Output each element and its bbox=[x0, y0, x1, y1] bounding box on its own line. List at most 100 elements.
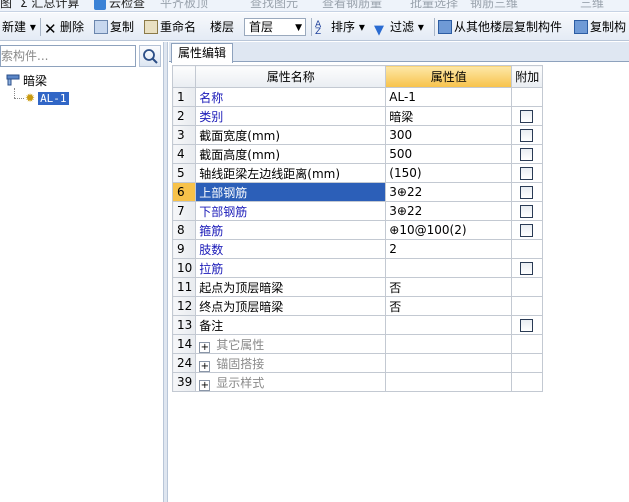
property-value-cell[interactable]: 2 bbox=[385, 239, 513, 259]
beam-folder-icon bbox=[6, 74, 20, 86]
find-element-button[interactable]: 查找图元 bbox=[250, 0, 298, 11]
new-button[interactable]: 新建 ▾ bbox=[2, 18, 36, 36]
property-name-cell[interactable]: 名称 bbox=[195, 87, 387, 107]
batch-select-button[interactable]: 批量选择 bbox=[410, 0, 458, 11]
extra-checkbox[interactable] bbox=[520, 186, 534, 199]
extra-checkbox[interactable] bbox=[520, 262, 534, 275]
grid-row[interactable]: 7 下部钢筋 3⊕22 bbox=[171, 201, 544, 221]
expand-plus-icon[interactable]: + bbox=[199, 379, 211, 391]
property-value-cell[interactable] bbox=[385, 315, 513, 335]
property-value-cell[interactable]: AL-1 bbox=[385, 87, 513, 107]
property-name-cell[interactable]: 箍筋 bbox=[195, 220, 387, 240]
copy-button[interactable]: 复制 bbox=[94, 18, 134, 36]
grid-row[interactable]: 10 拉筋 bbox=[171, 258, 544, 278]
extra-cell bbox=[511, 182, 544, 202]
extra-checkbox[interactable] bbox=[520, 129, 534, 142]
grid-row[interactable]: 9 肢数 2 bbox=[171, 239, 544, 259]
tree-node-al-1[interactable]: ✹ AL-1 bbox=[25, 90, 69, 106]
grid-row[interactable]: 13 备注 bbox=[171, 315, 544, 335]
property-value-header[interactable]: 属性值 bbox=[385, 65, 513, 88]
grid-row[interactable]: 6 上部钢筋 3⊕22 bbox=[171, 182, 544, 202]
extra-cell bbox=[511, 277, 544, 297]
grid-row[interactable]: 4 截面高度(mm) 500 bbox=[171, 144, 544, 164]
top-item-0[interactable]: 图 bbox=[0, 0, 12, 11]
property-name-cell[interactable]: + 显示样式 bbox=[195, 372, 387, 392]
grid-row[interactable]: 2 类别 暗梁 bbox=[171, 106, 544, 126]
property-name-cell[interactable]: + 锚固搭接 bbox=[195, 353, 387, 373]
extra-checkbox[interactable] bbox=[520, 167, 534, 180]
search-input[interactable]: 索构件... bbox=[0, 45, 136, 67]
rebar-3d-button[interactable]: 钢筋三维 bbox=[470, 0, 518, 11]
grid-row[interactable]: 5 轴线距梁左边线距离(mm) (150) bbox=[171, 163, 544, 183]
property-name-cell[interactable]: + 其它属性 bbox=[195, 334, 387, 354]
cloud-check-button[interactable]: 云检查 bbox=[94, 0, 145, 11]
view-rebar-qty-button[interactable]: 查看钢筋量 bbox=[322, 0, 382, 11]
sort-az-icon: AZ bbox=[315, 20, 322, 37]
extra-checkbox[interactable] bbox=[520, 205, 534, 218]
extra-checkbox[interactable] bbox=[520, 319, 534, 332]
row-number: 1 bbox=[171, 87, 197, 107]
grid-row[interactable]: 11 起点为顶层暗梁否 bbox=[171, 277, 544, 297]
property-value-cell[interactable] bbox=[385, 258, 513, 278]
copy-from-other-floor-button[interactable]: 从其他楼层复制构件 bbox=[438, 18, 562, 36]
panel-splitter[interactable] bbox=[164, 42, 168, 502]
property-value-cell[interactable]: (150) bbox=[385, 163, 513, 183]
copy-component-button[interactable]: 复制构 bbox=[574, 18, 626, 36]
check-icon bbox=[94, 0, 106, 10]
delete-label: 删除 bbox=[60, 20, 85, 34]
extra-cell bbox=[511, 372, 544, 392]
property-name-cell[interactable]: 轴线距梁左边线距离(mm) bbox=[195, 163, 387, 183]
property-name-cell[interactable]: 下部钢筋 bbox=[195, 201, 387, 221]
grid-row[interactable]: 39 + 显示样式 bbox=[171, 372, 544, 392]
property-name-cell[interactable]: 起点为顶层暗梁 bbox=[195, 277, 387, 297]
row-number: 13 bbox=[171, 315, 197, 335]
property-value-cell[interactable]: ⊕10@100(2) bbox=[385, 220, 513, 240]
extra-cell bbox=[511, 106, 544, 126]
property-value-cell[interactable] bbox=[385, 334, 513, 354]
expand-plus-icon[interactable]: + bbox=[199, 341, 211, 353]
property-value-cell[interactable]: 3⊕22 bbox=[385, 182, 513, 202]
delete-button[interactable]: ✕ 删除 bbox=[44, 18, 85, 37]
property-name-cell[interactable]: 备注 bbox=[195, 315, 387, 335]
property-name-cell[interactable]: 上部钢筋 bbox=[195, 182, 387, 202]
expand-plus-icon[interactable]: + bbox=[199, 360, 211, 372]
summary-calc-button[interactable]: Σ 汇总计算 bbox=[20, 0, 79, 11]
extra-checkbox[interactable] bbox=[520, 148, 534, 161]
property-name-cell[interactable]: 截面高度(mm) bbox=[195, 144, 387, 164]
grid-row[interactable]: 12 终点为顶层暗梁否 bbox=[171, 296, 544, 316]
property-name-cell[interactable]: 拉筋 bbox=[195, 258, 387, 278]
property-value-cell[interactable]: 暗梁 bbox=[385, 106, 513, 126]
property-value-cell[interactable]: 3⊕22 bbox=[385, 201, 513, 221]
property-name-cell[interactable]: 肢数 bbox=[195, 239, 387, 259]
extra-checkbox[interactable] bbox=[520, 110, 534, 123]
grid-row[interactable]: 1 名称 AL-1 bbox=[171, 87, 544, 107]
align-slab-top-button[interactable]: 平齐板顶 bbox=[160, 0, 208, 11]
property-value-cell[interactable]: 500 bbox=[385, 144, 513, 164]
grid-row[interactable]: 3 截面宽度(mm) 300 bbox=[171, 125, 544, 145]
property-name-cell[interactable]: 截面宽度(mm) bbox=[195, 125, 387, 145]
floor-copy-icon bbox=[438, 20, 452, 34]
property-value-cell[interactable] bbox=[385, 372, 513, 392]
grid-header-row: 属性名称 属性值 附加 bbox=[171, 65, 544, 88]
property-value-cell[interactable]: 300 bbox=[385, 125, 513, 145]
tree-connector bbox=[14, 98, 24, 99]
floor-select[interactable]: 首层 ▼ bbox=[244, 18, 306, 36]
tab-property-edit[interactable]: 属性编辑 bbox=[171, 43, 234, 63]
grid-row[interactable]: 14 + 其它属性 bbox=[171, 334, 544, 354]
tree-node-dark-beam[interactable]: 暗梁 bbox=[6, 73, 47, 89]
three-d-dropdown[interactable]: 三维 bbox=[580, 0, 604, 11]
property-value-cell[interactable]: 否 bbox=[385, 277, 513, 297]
grid-row[interactable]: 24 + 锚固搭接 bbox=[171, 353, 544, 373]
filter-button[interactable]: ▼ 过滤 ▾ bbox=[374, 18, 424, 38]
rename-button[interactable]: 重命名 bbox=[144, 18, 196, 36]
extra-checkbox[interactable] bbox=[520, 224, 534, 237]
property-name-cell[interactable]: 终点为顶层暗梁 bbox=[195, 296, 387, 316]
search-button[interactable] bbox=[139, 45, 161, 67]
sort-button[interactable]: A Z 排序 ▾ bbox=[315, 18, 365, 37]
property-value-cell[interactable] bbox=[385, 353, 513, 373]
property-name-cell[interactable]: 类别 bbox=[195, 106, 387, 126]
row-number: 12 bbox=[171, 296, 197, 316]
grid-row[interactable]: 8 箍筋 ⊕10@100(2) bbox=[171, 220, 544, 240]
property-value-cell[interactable]: 否 bbox=[385, 296, 513, 316]
extra-cell bbox=[511, 220, 544, 240]
